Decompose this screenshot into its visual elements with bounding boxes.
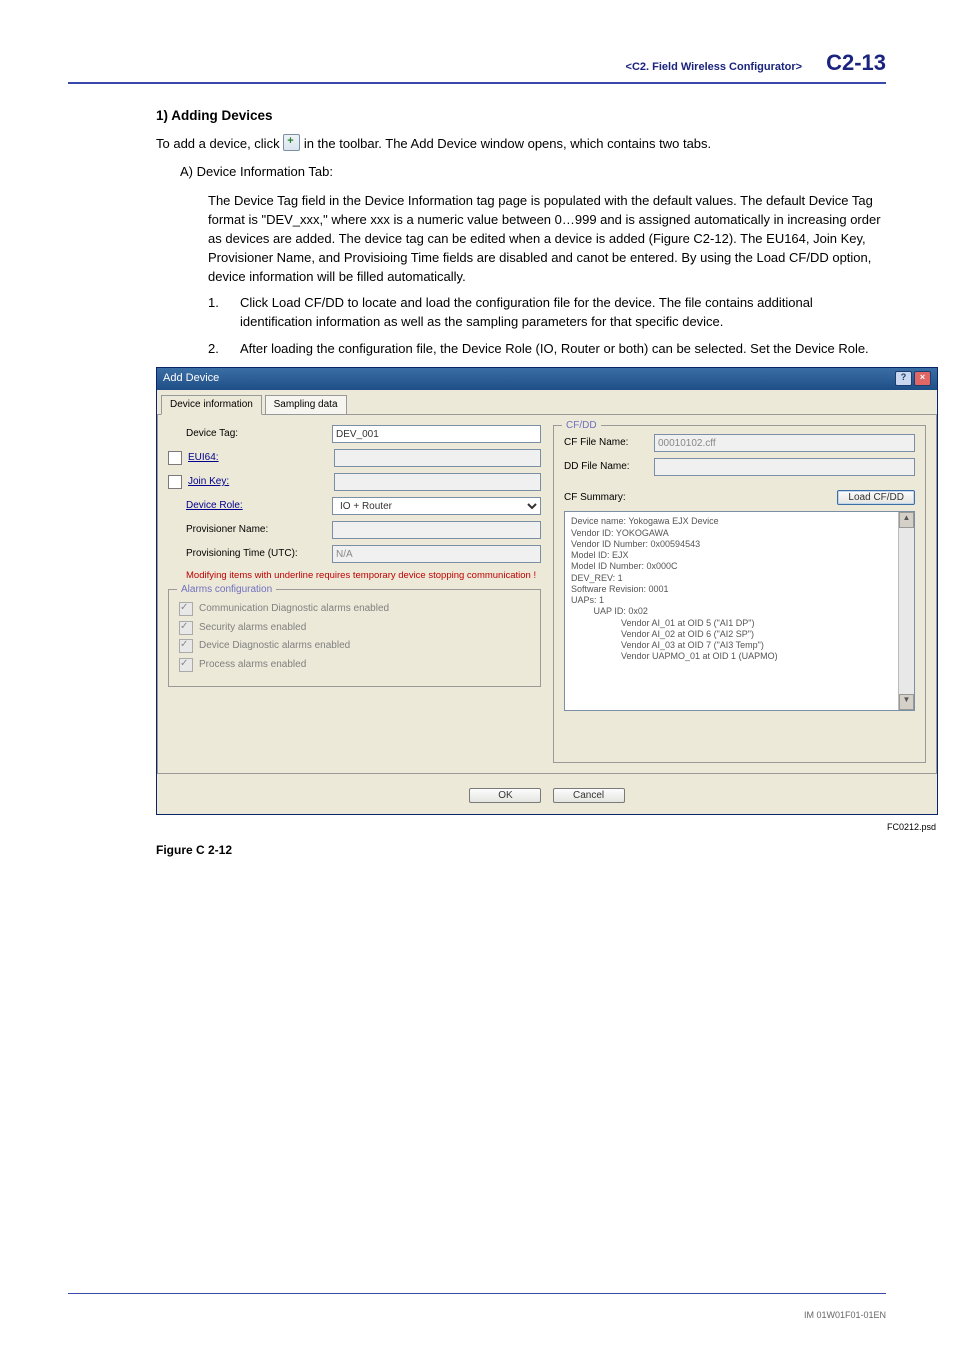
device-diag-alarms-label: Device Diagnostic alarms enabled — [199, 639, 350, 654]
alarms-configuration-fieldset: Alarms configuration Communication Diagn… — [168, 589, 541, 687]
device-diag-alarms-checkbox — [179, 639, 193, 653]
cf-summary-label: CF Summary: — [564, 491, 654, 506]
security-alarms-checkbox — [179, 621, 193, 635]
page-number: C2-13 — [826, 50, 886, 76]
scroll-down-arrow-icon[interactable]: ▼ — [899, 694, 914, 710]
comm-diag-alarms-checkbox — [179, 602, 193, 616]
provisioner-name-input — [332, 521, 541, 539]
step-2-number: 2. — [208, 340, 226, 359]
eui64-checkbox[interactable] — [168, 451, 182, 465]
process-alarms-label: Process alarms enabled — [199, 658, 306, 673]
intro-text-b: in the toolbar. The Add Device window op… — [304, 136, 711, 151]
comm-diag-alarms-label: Communication Diagnostic alarms enabled — [199, 602, 389, 617]
cf-file-name-label: CF File Name: — [564, 436, 654, 451]
cf-summary-textbox: Device name: Yokogawa EJX Device Vendor … — [564, 511, 915, 711]
step-1-number: 1. — [208, 294, 226, 332]
eui64-input — [334, 449, 541, 467]
footer-rule — [68, 1293, 886, 1294]
dialog-title: Add Device — [163, 371, 219, 387]
cancel-button[interactable]: Cancel — [553, 788, 625, 803]
cfdd-legend: CF/DD — [562, 419, 601, 434]
provisioning-time-input — [332, 545, 541, 563]
close-window-button[interactable]: × — [914, 371, 931, 386]
tab-device-information[interactable]: Device information — [161, 395, 262, 416]
dialog-titlebar: Add Device ? × — [157, 368, 937, 390]
add-device-toolbar-icon — [283, 134, 300, 151]
figure-label: Figure C 2-12 — [68, 842, 886, 859]
add-device-dialog-screenshot: Add Device ? × Device information Sampli… — [156, 367, 938, 815]
intro-paragraph: To add a device, click in the toolbar. T… — [68, 134, 886, 154]
dd-file-name-input — [654, 458, 915, 476]
eui64-label: EUI64: — [188, 451, 328, 466]
item-a-paragraph: The Device Tag field in the Device Infor… — [208, 192, 886, 286]
device-tag-label: Device Tag: — [186, 427, 326, 442]
cf-file-name-input — [654, 434, 915, 452]
step-1-text: Click Load CF/DD to locate and load the … — [240, 294, 886, 332]
tab-sampling-data[interactable]: Sampling data — [265, 395, 347, 415]
cf-summary-content: Device name: Yokogawa EJX Device Vendor … — [571, 516, 908, 662]
alarms-legend: Alarms configuration — [177, 583, 276, 598]
intro-text-a: To add a device, click — [156, 136, 283, 151]
help-window-button[interactable]: ? — [895, 371, 912, 386]
header-rule — [68, 82, 886, 84]
join-key-input — [334, 473, 541, 491]
dd-file-name-label: DD File Name: — [564, 460, 654, 475]
device-role-label: Device Role: — [186, 499, 326, 514]
cfdd-fieldset: CF/DD CF File Name: DD File Name: CF Sum… — [553, 425, 926, 763]
join-key-checkbox[interactable] — [168, 475, 182, 489]
scroll-up-arrow-icon[interactable]: ▲ — [899, 512, 914, 528]
security-alarms-label: Security alarms enabled — [199, 621, 306, 636]
ok-button[interactable]: OK — [469, 788, 541, 803]
section-heading: 1) Adding Devices — [68, 106, 886, 126]
device-tag-input[interactable] — [332, 425, 541, 443]
provisioner-name-label: Provisioner Name: — [186, 523, 326, 538]
step-2-text: After loading the configuration file, th… — [240, 340, 886, 359]
image-file-caption: FC0212.psd — [887, 821, 936, 834]
join-key-label: Join Key: — [188, 475, 328, 490]
load-cfdd-button[interactable]: Load CF/DD — [837, 490, 915, 505]
provisioning-time-label: Provisioning Time (UTC): — [186, 547, 326, 562]
item-a-label: A) Device Information Tab: — [68, 163, 886, 182]
footer-doc-id: IM 01W01F01-01EN — [804, 1310, 886, 1320]
modification-warning-note: Modifying items with underline requires … — [168, 569, 541, 583]
device-role-select[interactable]: IO + Router — [332, 497, 541, 515]
section-label: <C2. Field Wireless Configurator> — [626, 61, 803, 73]
process-alarms-checkbox — [179, 658, 193, 672]
summary-scrollbar[interactable]: ▲ ▼ — [898, 512, 914, 710]
